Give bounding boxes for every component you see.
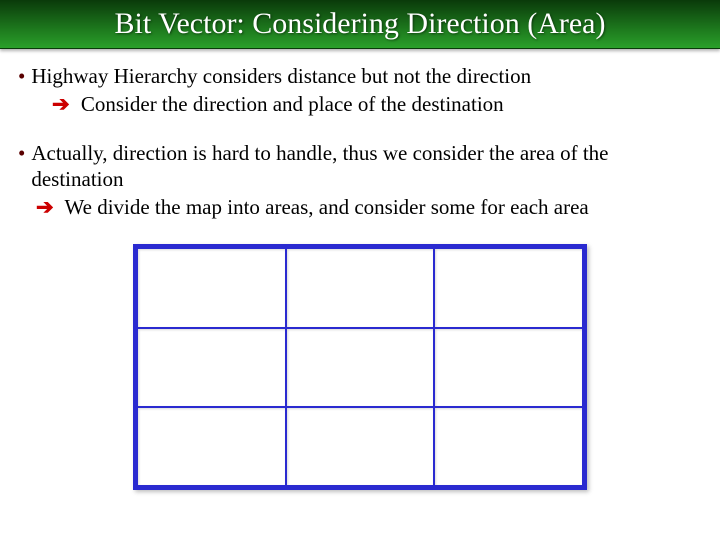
slide-title: Bit Vector: Considering Direction (Area) (115, 7, 606, 41)
slide-body: • Highway Hierarchy considers distance b… (0, 49, 720, 490)
bullet-2-sub-text: We divide the map into areas, and consid… (60, 195, 589, 219)
arrow-right-icon: ➔ (52, 92, 70, 116)
bullet-1-sub: ➔ Consider the direction and place of th… (18, 91, 702, 117)
title-bar: Bit Vector: Considering Direction (Area) (0, 0, 720, 49)
bullet-1: • Highway Hierarchy considers distance b… (18, 63, 702, 89)
bullet-2: • Actually, direction is hard to handle,… (18, 140, 702, 193)
bullet-dot-icon: • (18, 63, 25, 89)
bullet-1-text: Highway Hierarchy considers distance but… (31, 63, 531, 89)
bullet-1-sub-text: Consider the direction and place of the … (76, 92, 504, 116)
bullet-dot-icon: • (18, 140, 25, 193)
bullet-2-sub: ➔ We divide the map into areas, and cons… (18, 194, 702, 220)
bullet-2-text: Actually, direction is hard to handle, t… (31, 140, 702, 193)
area-grid (133, 244, 587, 490)
arrow-right-icon: ➔ (36, 195, 54, 219)
